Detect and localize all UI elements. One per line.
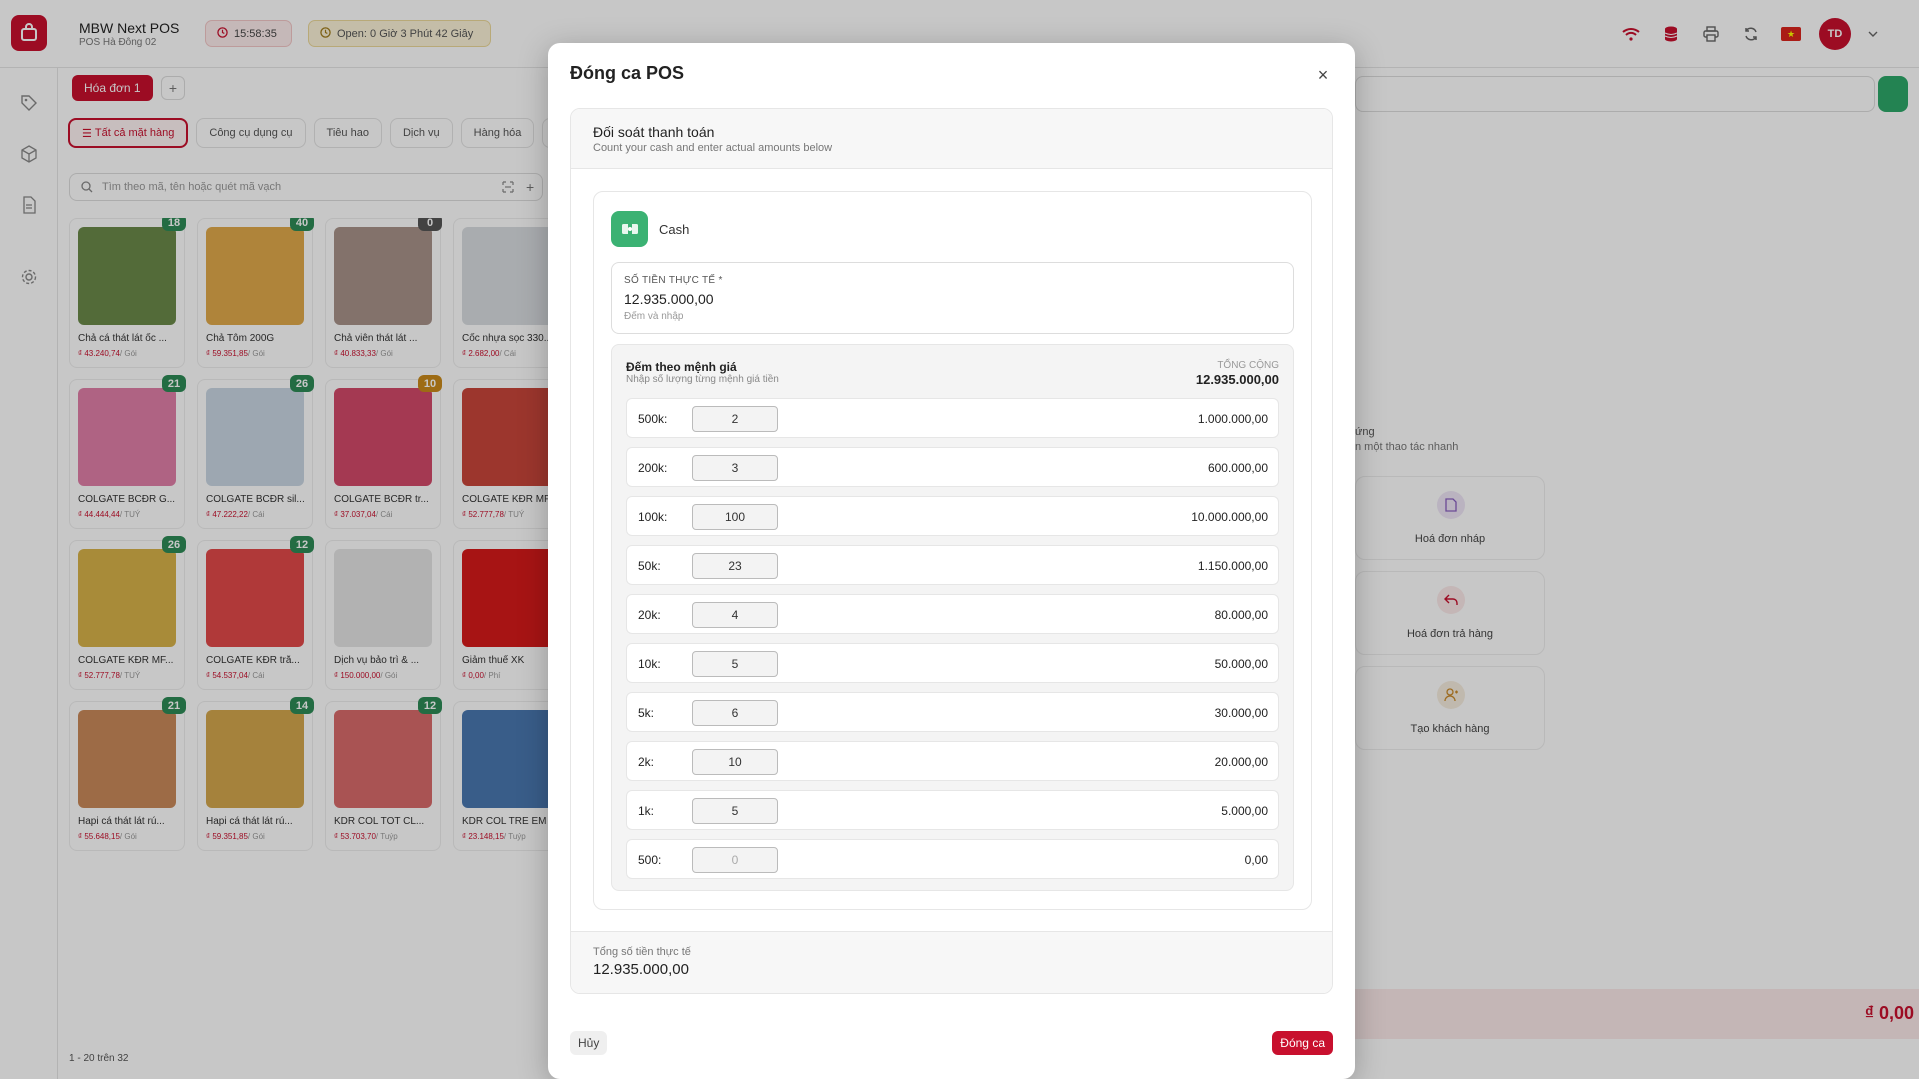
close-shift-modal: Đóng ca POS × Đối soát thanh toán Count …	[548, 43, 1355, 1079]
denomination-label: 200k:	[638, 461, 668, 475]
denomination-amount: 20.000,00	[1214, 755, 1268, 769]
denomination-amount: 80.000,00	[1214, 608, 1268, 622]
denomination-label: 500k:	[638, 412, 668, 426]
denomination-quantity-input[interactable]: 5	[692, 798, 778, 824]
denomination-label: 10k:	[638, 657, 661, 671]
payment-reconciliation-section: Đối soát thanh toán Count your cash and …	[570, 108, 1333, 994]
modal-title: Đóng ca POS	[570, 63, 685, 83]
denomination-counter: Đếm theo mệnh giá Nhập số lượng từng mện…	[611, 344, 1294, 891]
denomination-rows: 500k: 2 1.000.000,00 200k: 3 600.000,00 100k: 1…	[626, 398, 1279, 888]
denomination-total-value: 12.935.000,00	[1195, 372, 1279, 387]
denomination-row: 100k: 100 10.000.000,00	[626, 496, 1279, 536]
actual-amount-hint: Đếm và nhập	[624, 311, 684, 322]
denomination-row: 500k: 2 1.000.000,00	[626, 398, 1279, 438]
denomination-row: 50k: 23 1.150.000,00	[626, 545, 1279, 585]
denomination-quantity-input[interactable]: 0	[692, 847, 778, 873]
denomination-row: 500: 0 0,00	[626, 839, 1279, 879]
denomination-label: 100k:	[638, 510, 668, 524]
denomination-total-label: TỔNG CỘNG	[1217, 360, 1279, 371]
denomination-amount: 1.150.000,00	[1197, 559, 1268, 573]
denomination-amount: 1.000.000,00	[1197, 412, 1268, 426]
payment-method-label: Cash	[659, 222, 690, 237]
denomination-quantity-input[interactable]: 100	[692, 504, 778, 530]
denomination-quantity-input[interactable]: 6	[692, 700, 778, 726]
denomination-amount: 0,00	[1244, 853, 1268, 867]
denomination-subtitle: Nhập số lượng từng mệnh giá tiền	[626, 374, 779, 385]
cancel-button[interactable]: Hủy	[570, 1031, 608, 1055]
denomination-row: 2k: 10 20.000,00	[626, 741, 1279, 781]
section-header: Đối soát thanh toán Count your cash and …	[571, 109, 1332, 169]
denomination-row: 5k: 6 30.000,00	[626, 692, 1279, 732]
close-shift-button[interactable]: Đóng ca	[1272, 1031, 1333, 1055]
denomination-quantity-input[interactable]: 3	[692, 455, 778, 481]
denomination-label: 50k:	[638, 559, 661, 573]
denomination-label: 500:	[638, 853, 662, 867]
section-title: Đối soát thanh toán	[593, 124, 715, 140]
denomination-row: 200k: 3 600.000,00	[626, 447, 1279, 487]
denomination-row: 10k: 5 50.000,00	[626, 643, 1279, 683]
cash-icon	[611, 211, 648, 247]
denomination-quantity-input[interactable]: 2	[692, 406, 778, 432]
denomination-amount: 50.000,00	[1214, 657, 1268, 671]
denomination-title: Đếm theo mệnh giá	[626, 360, 737, 374]
denomination-row: 1k: 5 5.000,00	[626, 790, 1279, 830]
actual-amount-value[interactable]: 12.935.000,00	[624, 291, 714, 307]
denomination-amount: 600.000,00	[1207, 461, 1268, 475]
section-subtitle: Count your cash and enter actual amounts…	[593, 142, 833, 154]
denomination-row: 20k: 4 80.000,00	[626, 594, 1279, 634]
section-footer: Tổng số tiền thực tế 12.935.000,00	[571, 931, 1332, 993]
denomination-label: 5k:	[638, 706, 655, 720]
denomination-label: 1k:	[638, 804, 655, 818]
denomination-quantity-input[interactable]: 23	[692, 553, 778, 579]
actual-amount-label: SỐ TIỀN THỰC TẾ *	[624, 275, 723, 286]
close-icon[interactable]: ×	[1313, 65, 1333, 85]
denomination-quantity-input[interactable]: 5	[692, 651, 778, 677]
total-actual-value: 12.935.000,00	[593, 961, 689, 978]
denomination-amount: 10.000.000,00	[1191, 510, 1268, 524]
denomination-amount: 5.000,00	[1221, 804, 1268, 818]
denomination-quantity-input[interactable]: 10	[692, 749, 778, 775]
denomination-amount: 30.000,00	[1214, 706, 1268, 720]
denomination-label: 20k:	[638, 608, 661, 622]
cash-method-card: Cash SỐ TIỀN THỰC TẾ * 12.935.000,00 Đếm…	[593, 191, 1312, 910]
denomination-label: 2k:	[638, 755, 655, 769]
total-actual-label: Tổng số tiền thực tế	[593, 946, 691, 958]
actual-amount-field[interactable]: SỐ TIỀN THỰC TẾ * 12.935.000,00 Đếm và n…	[611, 262, 1294, 334]
denomination-quantity-input[interactable]: 4	[692, 602, 778, 628]
